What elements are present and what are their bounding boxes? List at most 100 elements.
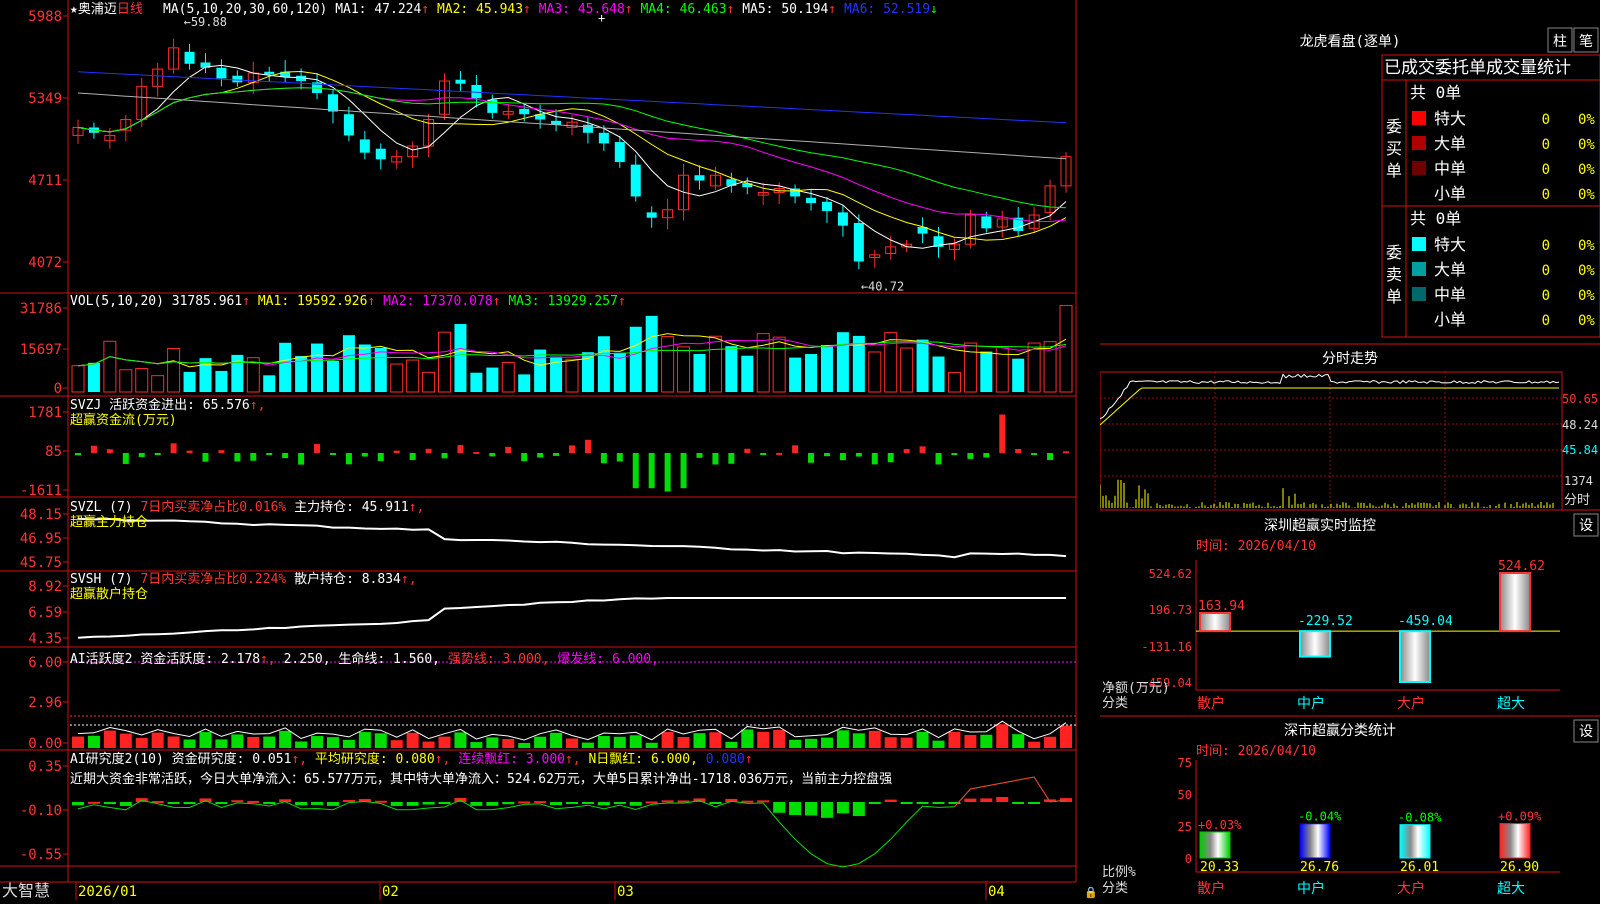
volume-bar[interactable] bbox=[565, 358, 579, 393]
lock-icon[interactable]: 🔒 bbox=[1084, 886, 1098, 899]
ai-research-bar[interactable] bbox=[406, 802, 419, 806]
kline-chart-svg[interactable]: ←59.88←40.72+ 59885349471140723178615697… bbox=[0, 0, 1100, 900]
ai-research-bar[interactable] bbox=[1028, 802, 1041, 804]
ai-research-bar[interactable] bbox=[550, 802, 563, 806]
ai-research-bar[interactable] bbox=[438, 802, 451, 804]
volume-bar[interactable] bbox=[772, 336, 786, 393]
volume-bar[interactable] bbox=[868, 351, 882, 393]
svzj-bar[interactable] bbox=[744, 448, 751, 453]
ai-activity-bar[interactable] bbox=[581, 742, 594, 748]
candle[interactable] bbox=[407, 141, 419, 169]
svsh-panel[interactable] bbox=[77, 597, 1066, 639]
ai-activity-bar[interactable] bbox=[358, 732, 371, 748]
ai-research-bar[interactable] bbox=[215, 802, 228, 805]
volume-bar[interactable] bbox=[311, 343, 324, 392]
volume-bar[interactable] bbox=[151, 375, 165, 393]
svzj-bar[interactable] bbox=[839, 453, 846, 461]
candle[interactable] bbox=[168, 38, 180, 74]
candle[interactable] bbox=[375, 143, 386, 170]
ai-activity-bar[interactable] bbox=[900, 737, 913, 748]
ai-activity-bar[interactable] bbox=[342, 739, 355, 748]
ai-activity-bar[interactable] bbox=[279, 730, 292, 748]
svzj-bar[interactable] bbox=[154, 453, 161, 455]
candle[interactable] bbox=[694, 165, 705, 190]
ai-activity-bar[interactable] bbox=[566, 738, 578, 748]
ai-activity-bar[interactable] bbox=[135, 737, 148, 748]
candle[interactable] bbox=[821, 197, 832, 223]
volume-bar[interactable] bbox=[708, 335, 722, 393]
ai-research-bar[interactable] bbox=[534, 801, 547, 804]
bar-view-button[interactable]: 柱 bbox=[1547, 27, 1573, 53]
svzj-bar[interactable] bbox=[919, 446, 926, 453]
ai-research-bar[interactable] bbox=[661, 800, 674, 803]
ai-activity-bar[interactable] bbox=[502, 739, 515, 748]
volume-bar[interactable] bbox=[1012, 358, 1025, 392]
volume-bar[interactable] bbox=[836, 332, 849, 392]
ai-activity-bar[interactable] bbox=[661, 731, 674, 748]
ai-activity-bar[interactable] bbox=[820, 737, 833, 748]
svzj-bar[interactable] bbox=[377, 453, 384, 462]
candle[interactable] bbox=[152, 62, 164, 97]
ai-activity-bar[interactable] bbox=[72, 736, 84, 748]
volume-bar[interactable] bbox=[597, 336, 610, 392]
svzj-bar[interactable] bbox=[600, 453, 607, 464]
candle[interactable] bbox=[343, 106, 354, 142]
svzj-bar[interactable] bbox=[489, 453, 496, 457]
svzj-bar[interactable] bbox=[250, 453, 257, 461]
ai-activity-bar[interactable] bbox=[1028, 741, 1041, 748]
candle[interactable] bbox=[646, 206, 657, 228]
ai-activity-bar[interactable] bbox=[470, 742, 483, 748]
ai-activity-bar[interactable] bbox=[597, 736, 610, 748]
tick-view-button[interactable]: 笔 bbox=[1573, 27, 1599, 53]
volume-bar[interactable] bbox=[756, 333, 770, 393]
volume-bar[interactable] bbox=[916, 339, 929, 392]
ai-research-bar[interactable] bbox=[996, 797, 1009, 802]
ai-research-bar[interactable] bbox=[836, 802, 849, 814]
volume-bar[interactable] bbox=[980, 351, 993, 392]
ai-activity-bar[interactable] bbox=[773, 729, 786, 748]
ai-research-bar[interactable] bbox=[868, 802, 881, 804]
candle[interactable] bbox=[72, 119, 84, 144]
candle[interactable] bbox=[837, 204, 848, 237]
ai-research-bar[interactable] bbox=[820, 802, 833, 818]
svzj-bar[interactable] bbox=[855, 453, 862, 457]
price-panel[interactable]: ←59.88←40.72+ bbox=[72, 11, 1072, 294]
svzj-bar[interactable] bbox=[648, 453, 655, 489]
right-panel-svg[interactable]: 龙虎看盘(逐单) 柱笔已成交委托单成交量统计委买单共 0单特大 0 0%大单 0 0%中单… bbox=[1099, 0, 1600, 900]
volume-bar[interactable] bbox=[199, 358, 212, 392]
volume-bar[interactable] bbox=[215, 370, 228, 392]
ai-research-bar[interactable] bbox=[374, 800, 387, 803]
ai-activity-bar[interactable] bbox=[311, 736, 324, 748]
classify-settings-button[interactable]: 设 bbox=[1573, 719, 1599, 743]
ai-research-bar[interactable] bbox=[119, 802, 132, 806]
volume-bar[interactable] bbox=[900, 347, 914, 393]
ai-activity-bar[interactable] bbox=[167, 736, 180, 748]
monitor-settings-button[interactable]: 设 bbox=[1573, 513, 1599, 537]
ai-research-bar[interactable] bbox=[326, 802, 339, 806]
candle[interactable] bbox=[742, 177, 753, 195]
ai-research-bar[interactable] bbox=[87, 801, 100, 804]
ai-activity-bar[interactable] bbox=[454, 732, 467, 748]
volume-bar[interactable] bbox=[1059, 305, 1073, 393]
kline-chart-area[interactable]: ←59.88 ←40.72 + 5988 5349 4711 4072 31786 15697… bbox=[0, 0, 1100, 900]
volume-bar[interactable] bbox=[374, 347, 387, 392]
ai-research-bar[interactable] bbox=[231, 800, 244, 803]
candle[interactable] bbox=[120, 114, 132, 142]
svzj-bar[interactable] bbox=[345, 453, 352, 465]
ai-research-bar[interactable] bbox=[805, 802, 818, 816]
svzj-bar[interactable] bbox=[75, 453, 81, 456]
ai-activity-bar[interactable] bbox=[87, 735, 100, 748]
ai-activity-bar[interactable] bbox=[805, 738, 818, 748]
volume-bar[interactable] bbox=[725, 346, 738, 392]
ai-research-bar[interactable] bbox=[789, 802, 802, 816]
candle[interactable] bbox=[359, 131, 370, 160]
svzj-bar[interactable] bbox=[314, 443, 321, 453]
candle[interactable] bbox=[662, 198, 674, 230]
ai-research-bar[interactable] bbox=[900, 802, 913, 804]
svzj-bar[interactable] bbox=[441, 453, 448, 459]
svzj-bar[interactable] bbox=[521, 453, 528, 462]
svzj-bar[interactable] bbox=[792, 445, 799, 453]
ai-research-bar[interactable] bbox=[597, 802, 610, 806]
volume-bar[interactable] bbox=[518, 374, 531, 392]
volume-bar[interactable] bbox=[820, 345, 833, 392]
